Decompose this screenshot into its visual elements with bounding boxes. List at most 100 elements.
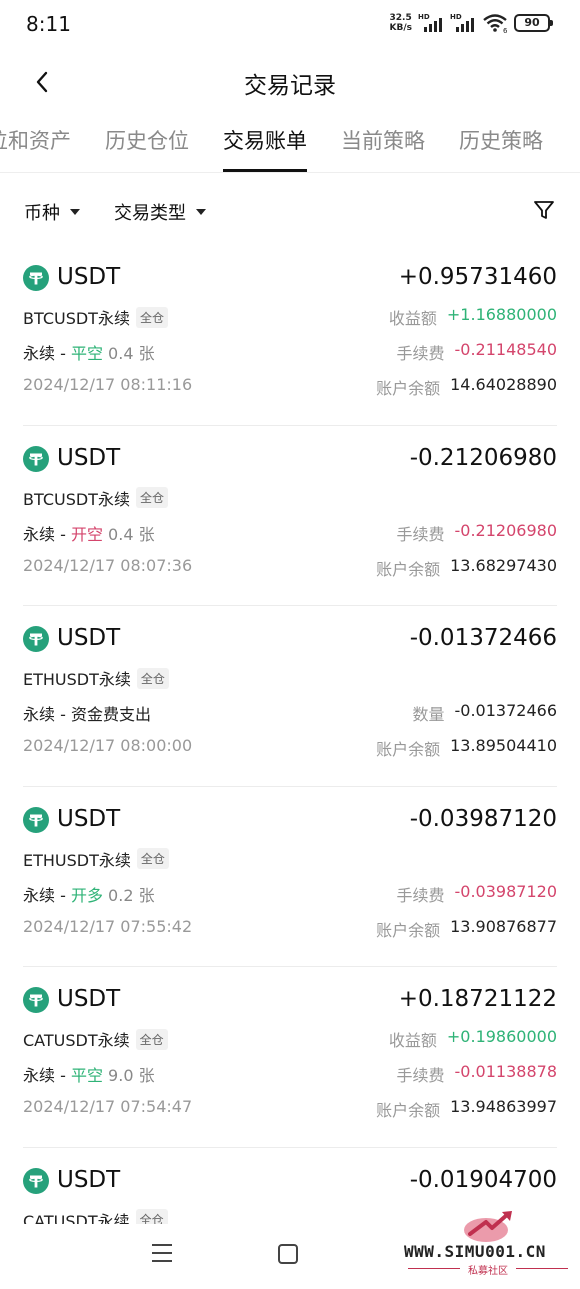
trade-type-filter-dropdown[interactable]: 交易类型 bbox=[114, 199, 206, 225]
transaction-item[interactable]: USDT -0.03987120 ETHUSDT永续 全仓 永续 - 开多 0.… bbox=[23, 787, 558, 967]
amount: -0.03987120 bbox=[409, 805, 557, 832]
transaction-item[interactable]: USDT -0.21206980 BTCUSDT永续 全仓 永续 - 开空 0.… bbox=[23, 426, 558, 606]
balance-row: 账户余额 14.64028890 bbox=[376, 375, 557, 399]
timestamp: 2024/12/17 08:07:36 bbox=[23, 555, 193, 575]
quantity-label: 数量 bbox=[412, 705, 445, 724]
coin-name: USDT bbox=[57, 986, 121, 1012]
tab-position-history[interactable]: 历史仓位 bbox=[88, 120, 206, 172]
simu-logo-icon bbox=[464, 1211, 512, 1242]
divider bbox=[0, 172, 580, 173]
type-action: 开多 bbox=[70, 885, 103, 905]
profit-value: +0.19860000 bbox=[446, 1027, 557, 1046]
tab-current-strategies[interactable]: 当前策略 bbox=[324, 120, 442, 172]
symbol: ETHUSDT永续 全仓 bbox=[23, 666, 169, 690]
page-title: 交易记录 bbox=[244, 73, 336, 99]
fee-label: 手续费 bbox=[396, 1066, 445, 1085]
status-time: 8:11 bbox=[26, 12, 71, 36]
timestamp: 2024/12/17 08:11:16 bbox=[23, 375, 193, 394]
wifi-icon: 6 bbox=[483, 14, 508, 33]
watermark-url: WWW.SIMU001.CN bbox=[404, 1242, 546, 1261]
balance-row: 账户余额 13.94863997 bbox=[376, 1097, 557, 1121]
type-quantity: 0.4 张 bbox=[102, 344, 155, 363]
symbol-name: ETHUSDT永续 bbox=[23, 670, 131, 689]
tab-trade-bills[interactable]: 交易账单 bbox=[206, 120, 324, 172]
profit-row: 收益额 +0.19860000 bbox=[389, 1027, 557, 1051]
type-prefix: 永续 - 资金费支出 bbox=[23, 705, 151, 724]
balance-value: 13.68297430 bbox=[450, 555, 557, 575]
menu-icon[interactable] bbox=[152, 1244, 172, 1262]
coin-name: USDT bbox=[57, 1166, 121, 1193]
header: 交易记录 bbox=[0, 56, 580, 106]
fee-row: 手续费 -0.03987120 bbox=[397, 882, 558, 906]
coin-filter-dropdown[interactable]: 币种 bbox=[24, 199, 80, 225]
margin-mode-badge: 全仓 bbox=[135, 1209, 168, 1224]
caret-down-icon bbox=[70, 209, 80, 215]
wifi-badge: 6 bbox=[503, 27, 508, 33]
margin-mode-badge: 全仓 bbox=[136, 848, 169, 869]
quantity-value: -0.01372466 bbox=[454, 701, 557, 720]
trade-type: 永续 - 平空 0.4 张 bbox=[23, 340, 155, 364]
type-quantity: 9.0 张 bbox=[102, 1066, 155, 1085]
quantity-row: 数量 -0.01372466 bbox=[413, 701, 558, 725]
amount: -0.21206980 bbox=[409, 444, 557, 471]
home-square-icon[interactable] bbox=[278, 1244, 298, 1264]
symbol: BTCUSDT永续 全仓 bbox=[23, 305, 168, 329]
balance-row: 账户余额 13.68297430 bbox=[376, 556, 557, 580]
balance-value: 13.89504410 bbox=[450, 736, 557, 755]
tether-icon bbox=[23, 806, 49, 833]
profit-label: 收益额 bbox=[388, 309, 437, 328]
network-speed: 32.5 KB/s bbox=[390, 13, 412, 33]
transaction-item[interactable]: USDT +0.95731460 BTCUSDT永续 全仓 收益额 +1.168… bbox=[23, 245, 557, 426]
transaction-item[interactable]: USDT -0.01372466 ETHUSDT永续 全仓 永续 - 资金费支出… bbox=[23, 606, 557, 787]
symbol-name: ETHUSDT永续 bbox=[23, 850, 131, 870]
coin-name: USDT bbox=[57, 805, 121, 832]
network-speed-value: 32.5 bbox=[389, 13, 412, 23]
symbol-name: CATUSDT永续 bbox=[23, 1211, 130, 1224]
profit-label: 收益额 bbox=[388, 1031, 437, 1050]
trade-type: 永续 - 开空 0.4 张 bbox=[23, 521, 155, 545]
trade-type: 永续 - 开多 0.2 张 bbox=[23, 882, 155, 906]
cellular-signal-icon-2: HD bbox=[450, 13, 476, 33]
fee-value: -0.03987120 bbox=[454, 881, 557, 901]
fee-row: 手续费 -0.21206980 bbox=[397, 521, 558, 545]
fee-label: 手续费 bbox=[396, 344, 445, 363]
coin-name: USDT bbox=[57, 625, 121, 651]
type-action: 开空 bbox=[70, 524, 103, 544]
status-bar: 8:11 32.5 KB/s HD HD 6 90 bbox=[0, 0, 580, 50]
caret-down-icon bbox=[196, 209, 206, 215]
status-icons: 32.5 KB/s HD HD 6 90 bbox=[390, 13, 553, 33]
watermark-subtitle: 私募社区 bbox=[400, 1262, 576, 1277]
cellular-signal-icon: HD bbox=[418, 13, 444, 33]
tether-icon bbox=[23, 445, 49, 472]
coin-name: USDT bbox=[57, 264, 121, 290]
tab-positions-assets[interactable]: 位和资产 bbox=[0, 120, 88, 172]
amount: +0.18721122 bbox=[398, 986, 557, 1012]
fee-label: 手续费 bbox=[396, 524, 445, 544]
tab-strategy-history[interactable]: 历史策略 bbox=[442, 120, 560, 172]
tether-icon bbox=[23, 626, 49, 652]
filter-funnel-icon[interactable] bbox=[532, 198, 556, 222]
symbol-name: CATUSDT永续 bbox=[23, 1031, 130, 1050]
tether-icon bbox=[23, 1167, 49, 1194]
margin-mode-badge: 全仓 bbox=[136, 667, 169, 689]
amount: -0.01372466 bbox=[409, 625, 557, 651]
fee-value: -0.21206980 bbox=[454, 520, 557, 540]
symbol-name: BTCUSDT永续 bbox=[23, 489, 130, 509]
watermark: WWW.SIMU001.CN 私募社区 bbox=[400, 1208, 576, 1278]
balance-label: 账户余额 bbox=[376, 559, 441, 579]
margin-mode-badge: 全仓 bbox=[135, 487, 168, 508]
coin-filter-label: 币种 bbox=[24, 203, 60, 224]
battery-icon: 90 bbox=[514, 14, 553, 32]
amount: +0.95731460 bbox=[398, 264, 557, 290]
symbol: BTCUSDT永续 全仓 bbox=[23, 486, 168, 510]
balance-label: 账户余额 bbox=[376, 920, 441, 940]
balance-row: 账户余额 13.89504410 bbox=[376, 736, 557, 760]
type-action: 平空 bbox=[70, 1066, 103, 1085]
tab-bar: 位和资产 历史仓位 交易账单 当前策略 历史策略 bbox=[0, 120, 560, 176]
transaction-item[interactable]: USDT +0.18721122 CATUSDT永续 全仓 收益额 +0.198… bbox=[23, 967, 557, 1148]
type-prefix: 永续 - bbox=[23, 885, 71, 905]
balance-label: 账户余额 bbox=[376, 1101, 441, 1120]
balance-label: 账户余额 bbox=[376, 379, 441, 398]
amount: -0.01904700 bbox=[409, 1166, 557, 1193]
symbol: CATUSDT永续 全仓 bbox=[23, 1027, 168, 1051]
